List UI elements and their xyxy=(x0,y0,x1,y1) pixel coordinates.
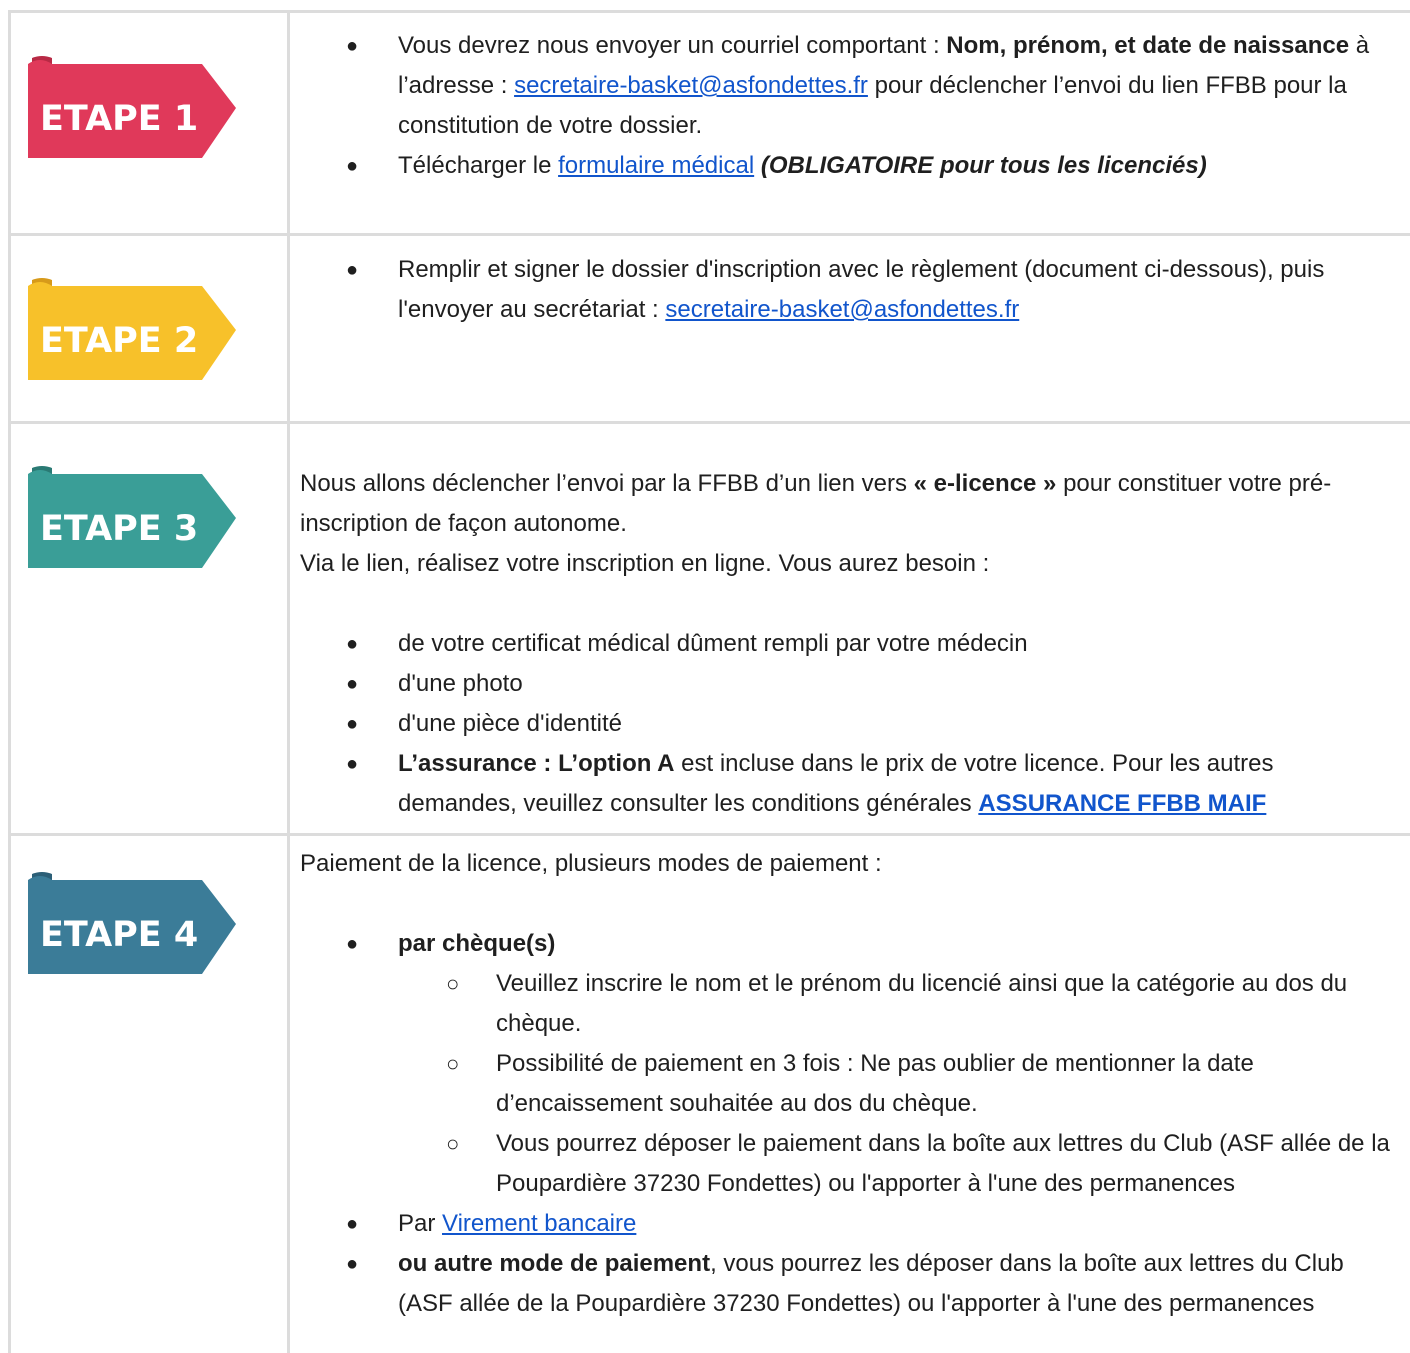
step-1-badge: ETAPE 1 xyxy=(28,56,236,158)
bold-text: par chèque(s) xyxy=(398,930,556,957)
list-item: Remplir et signer le dossier d'inscripti… xyxy=(300,250,1398,330)
paragraph: Paiement de la licence, plusieurs modes … xyxy=(300,850,882,877)
list-item: d'une pièce d'identité xyxy=(300,704,1398,744)
step-4-badge: ETAPE 4 xyxy=(28,872,236,974)
email-link[interactable]: secretaire-basket@asfondettes.fr xyxy=(665,296,1019,323)
list-item: d'une photo xyxy=(300,664,1398,704)
sub-list-item: Vous pourrez déposer le paiement dans la… xyxy=(398,1124,1398,1204)
sub-list-item: Veuillez inscrire le nom et le prénom du… xyxy=(398,964,1398,1044)
list-item: Par Virement bancaire xyxy=(300,1204,1398,1244)
paragraph: Via le lien, réalisez votre inscription … xyxy=(300,550,990,577)
step-2-badge: ETAPE 2 xyxy=(28,278,236,380)
text: Télécharger le xyxy=(398,152,559,179)
badge-label: ETAPE 1 xyxy=(40,99,198,139)
badge-label: ETAPE 2 xyxy=(40,321,198,361)
column-divider xyxy=(287,10,290,1353)
paragraph: Nous allons déclencher l’envoi par la FF… xyxy=(300,464,1398,544)
text: Vous devrez nous envoyer un courriel com… xyxy=(398,32,947,59)
column-divider xyxy=(8,10,11,1353)
badge-label: ETAPE 4 xyxy=(40,915,198,955)
list-item: Télécharger le formulaire médical (OBLIG… xyxy=(300,146,1398,186)
email-link[interactable]: secretaire-basket@asfondettes.fr xyxy=(514,72,868,99)
badge-label: ETAPE 3 xyxy=(40,509,198,549)
step-4-content: Paiement de la licence, plusieurs modes … xyxy=(300,844,1398,1324)
step-1-content: Vous devrez nous envoyer un courriel com… xyxy=(300,26,1398,186)
text: Nous allons déclencher l’envoi par la FF… xyxy=(300,470,914,497)
list-item: L’assurance : L’option A est incluse dan… xyxy=(300,744,1398,824)
step-3-content: Nous allons déclencher l’envoi par la FF… xyxy=(300,464,1398,824)
list-item: Vous devrez nous envoyer un courriel com… xyxy=(300,26,1398,146)
step-3-badge: ETAPE 3 xyxy=(28,466,236,568)
bank-transfer-link[interactable]: Virement bancaire xyxy=(442,1210,636,1237)
bold-text: L’assurance : L’option A xyxy=(398,750,675,777)
row-divider xyxy=(10,421,1410,424)
mandatory-note: (OBLIGATOIRE pour tous les licenciés) xyxy=(760,152,1207,179)
list-item: de votre certificat médical dûment rempl… xyxy=(300,624,1398,664)
list-item: par chèque(s) Veuillez inscrire le nom e… xyxy=(300,924,1398,1204)
sub-list-item: Possibilité de paiement en 3 fois : Ne p… xyxy=(398,1044,1398,1124)
insurance-link[interactable]: ASSURANCE FFBB MAIF xyxy=(978,790,1266,817)
bold-text: Nom, prénom, et date de naissance xyxy=(946,32,1350,59)
bold-text: « e-licence » xyxy=(913,470,1057,497)
list-item: ou autre mode de paiement, vous pourrez … xyxy=(300,1244,1398,1324)
bold-text: ou autre mode de paiement xyxy=(398,1250,711,1277)
medical-form-link[interactable]: formulaire médical xyxy=(558,152,754,179)
row-divider xyxy=(10,10,1410,13)
row-divider xyxy=(10,233,1410,236)
step-2-content: Remplir et signer le dossier d'inscripti… xyxy=(300,250,1398,330)
row-divider xyxy=(10,833,1410,836)
text: Par xyxy=(398,1210,443,1237)
